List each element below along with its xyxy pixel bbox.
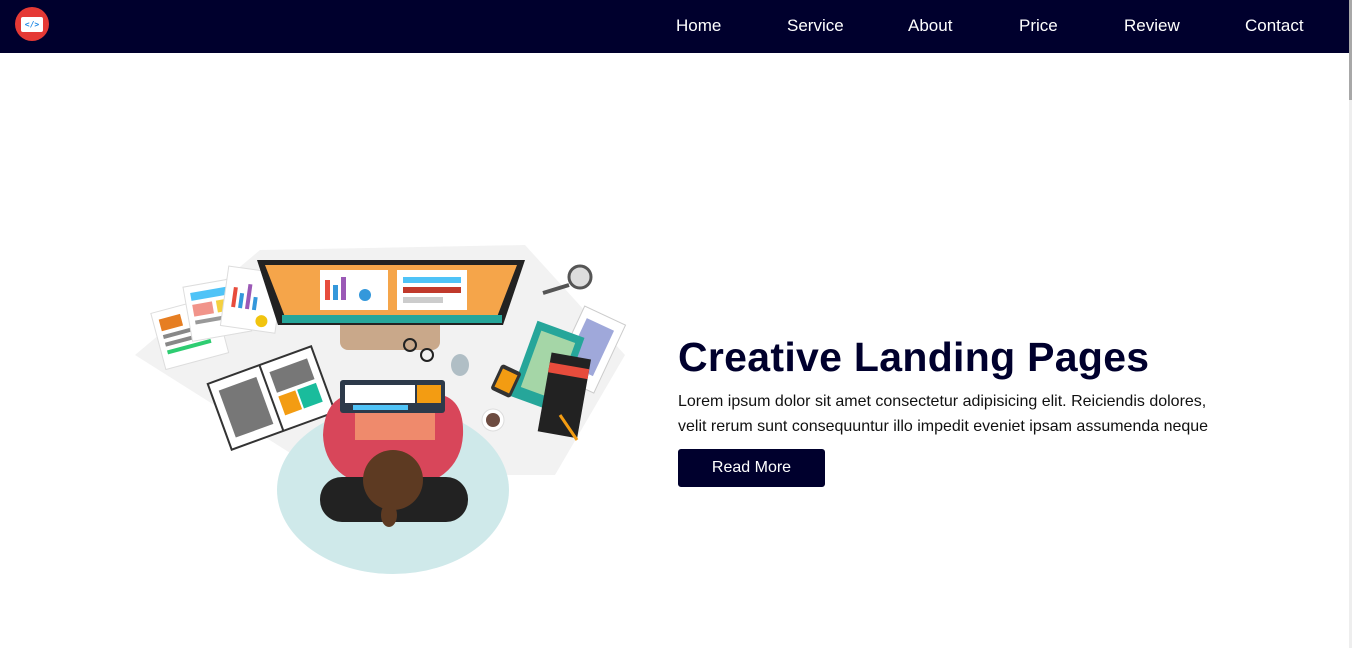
code-icon: </> [21,16,43,32]
nav-review[interactable]: Review [1124,16,1180,35]
hero-title: Creative Landing Pages [678,334,1150,380]
workspace-illustration [135,245,627,574]
nav-price[interactable]: Price [1019,16,1058,35]
nav-about[interactable]: About [908,16,952,35]
hero-description: Lorem ipsum dolor sit amet consectetur a… [678,393,1209,435]
nav-service[interactable]: Service [787,16,844,35]
nav-home[interactable]: Home [676,16,721,35]
read-more-button[interactable]: Read More [678,449,825,487]
navbar: </> Home Service About Price Review Cont… [0,0,1349,53]
nav-contact[interactable]: Contact [1245,16,1304,35]
logo[interactable]: </> [15,7,49,41]
